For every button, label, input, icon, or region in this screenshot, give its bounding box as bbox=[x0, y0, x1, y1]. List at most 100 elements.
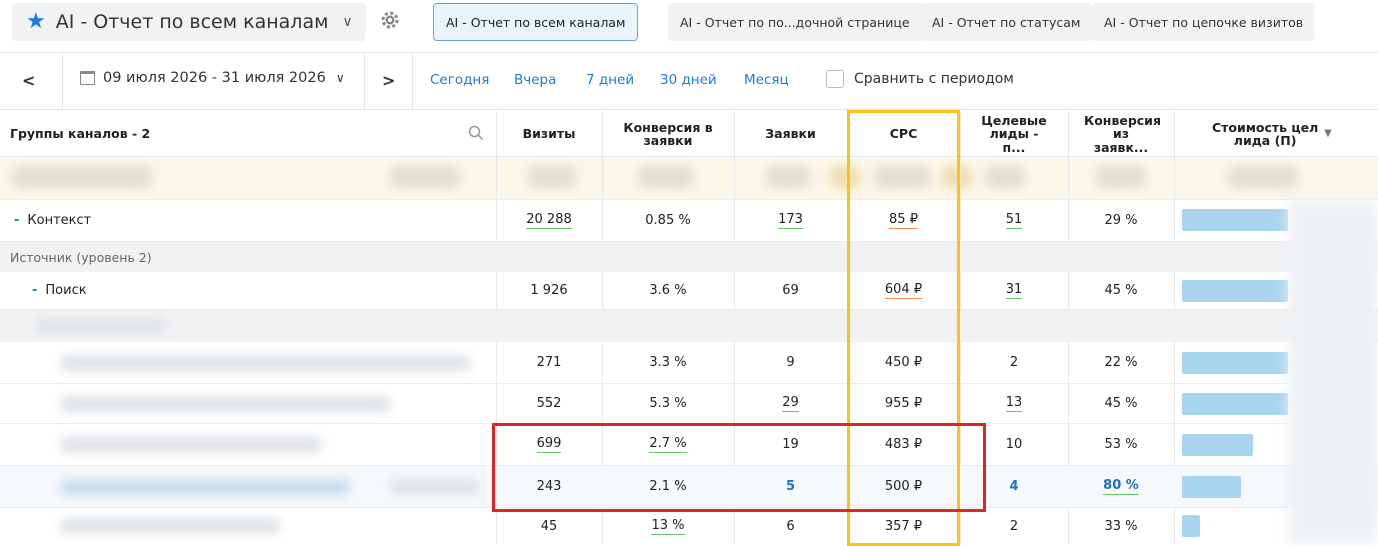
table-row[interactable]: 243 2.1 % 5 500 ₽ 4 80 % bbox=[0, 466, 1378, 508]
leads-value[interactable]: 5 bbox=[786, 479, 795, 494]
collapse-icon[interactable]: - bbox=[32, 283, 37, 298]
table-row[interactable]: - Контекст 20 288 0.85 % 173 85 ₽ 51 29 … bbox=[0, 200, 1378, 242]
column-header-cpc[interactable]: CPC bbox=[847, 111, 960, 157]
tab-visit-chain[interactable]: AI - Отчет по цепочке визитов bbox=[1092, 3, 1316, 41]
leads-value: 19 bbox=[782, 437, 799, 452]
target-leads-value[interactable]: 31 bbox=[1005, 282, 1023, 299]
column-header-leads[interactable]: Заявки bbox=[734, 111, 847, 157]
column-header-visits[interactable]: Визиты bbox=[496, 111, 602, 157]
report-selector[interactable]: ★ AI - Отчет по всем каналам ∨ bbox=[12, 3, 366, 41]
cpc-value[interactable]: 85 ₽ bbox=[889, 212, 918, 229]
visits-value: 243 bbox=[536, 479, 562, 494]
target-leads-value[interactable]: 4 bbox=[1009, 479, 1018, 494]
cpc-value: 955 ₽ bbox=[884, 396, 923, 411]
quick-30-days[interactable]: 30 дней bbox=[660, 72, 717, 88]
row-label-text: Поиск bbox=[45, 283, 87, 298]
conversion-value: 0.85 % bbox=[645, 213, 691, 228]
next-period-button[interactable]: > bbox=[382, 71, 395, 90]
chevron-down-icon[interactable]: ∨ bbox=[342, 14, 352, 30]
conversion-value: 3.6 % bbox=[649, 283, 687, 298]
visits-value[interactable]: 699 bbox=[536, 436, 562, 453]
visits-value: 45 bbox=[540, 518, 558, 534]
target-leads-value[interactable]: 51 bbox=[1005, 212, 1023, 229]
visits-value: 552 bbox=[536, 396, 562, 411]
quick-month[interactable]: Месяц bbox=[744, 72, 789, 88]
cost-bar bbox=[1182, 393, 1288, 415]
column-title: Конверсия в заявки bbox=[623, 119, 713, 148]
lead-conversion-value: 29 % bbox=[1104, 213, 1138, 228]
group-header-row: Источник (уровень 2) bbox=[0, 242, 1378, 272]
tab-all-channels[interactable]: AI - Отчет по всем каналам bbox=[433, 3, 639, 41]
sort-desc-icon[interactable]: ▼ bbox=[1324, 128, 1332, 140]
column-header-target-leads[interactable]: Целевые лиды - п... bbox=[960, 111, 1068, 157]
lead-conversion-value[interactable]: 80 % bbox=[1103, 478, 1139, 495]
group-header-row-blurred bbox=[0, 310, 1378, 342]
leads-value: 69 bbox=[782, 283, 799, 298]
search-icon[interactable] bbox=[468, 125, 484, 141]
prev-period-button[interactable]: < bbox=[22, 71, 35, 90]
table-row[interactable]: - Поиск 1 926 3.6 % 69 604 ₽ 31 45 % bbox=[0, 272, 1378, 310]
conversion-value[interactable]: 2.7 % bbox=[649, 436, 687, 453]
column-header-target-lead-cost[interactable]: Стоимость цел лида (П) ▼ bbox=[1174, 111, 1368, 157]
group-label: Источник (уровень 2) bbox=[10, 249, 152, 265]
gear-icon[interactable] bbox=[378, 8, 402, 32]
calendar-icon bbox=[80, 71, 95, 85]
date-bar: < 09 июля 2026 - 31 июля 2026 ∨ > Сегодн… bbox=[0, 52, 1378, 110]
table-row[interactable]: 552 5.3 % 29 955 ₽ 13 45 % bbox=[0, 384, 1378, 424]
lead-conversion-value: 45 % bbox=[1104, 283, 1138, 298]
row-label[interactable]: - Контекст bbox=[0, 200, 496, 241]
row-label[interactable]: - Поиск bbox=[0, 272, 496, 309]
cpc-value: 500 ₽ bbox=[884, 479, 923, 494]
conversion-value: 3.3 % bbox=[649, 355, 687, 370]
target-leads-value[interactable]: 13 bbox=[1005, 395, 1023, 412]
report-title: AI - Отчет по всем каналам bbox=[55, 11, 329, 33]
date-range-picker[interactable]: 09 июля 2026 - 31 июля 2026 ∨ bbox=[80, 70, 345, 86]
cpc-value[interactable]: 604 ₽ bbox=[884, 282, 923, 299]
table-header: Группы каналов - 2 Визиты Конверсия в за… bbox=[0, 111, 1378, 157]
lead-conversion-value: 22 % bbox=[1104, 355, 1138, 370]
cost-bar bbox=[1182, 352, 1288, 374]
quick-today[interactable]: Сегодня bbox=[430, 72, 489, 88]
column-title: Группы каналов - 2 bbox=[10, 126, 151, 142]
star-icon[interactable]: ★ bbox=[26, 11, 46, 33]
conversion-value: 5.3 % bbox=[649, 396, 687, 411]
cost-values-blurred bbox=[1288, 200, 1378, 544]
compare-checkbox[interactable] bbox=[826, 70, 844, 88]
cost-bar bbox=[1182, 434, 1253, 456]
cpc-value: 483 ₽ bbox=[884, 437, 923, 452]
target-leads-value: 2 bbox=[1009, 355, 1019, 370]
table-row[interactable]: 699 2.7 % 19 483 ₽ 10 53 % bbox=[0, 424, 1378, 466]
cost-bar bbox=[1182, 476, 1241, 498]
report-toolbar: ★ AI - Отчет по всем каналам ∨ AI - Отче… bbox=[0, 0, 1378, 50]
column-title: Целевые лиды - п... bbox=[981, 113, 1047, 155]
table-row[interactable]: 45 13 % 6 357 ₽ 2 33 % bbox=[0, 508, 1378, 544]
cost-bar bbox=[1182, 209, 1288, 231]
chevron-down-icon: ∨ bbox=[335, 71, 345, 85]
column-title: Стоимость цел лида (П) bbox=[1211, 119, 1319, 148]
tab-landing-page[interactable]: AI - Отчет по по...дочной странице bbox=[668, 3, 922, 41]
target-leads-value: 10 bbox=[1005, 437, 1023, 452]
tab-statuses[interactable]: AI - Отчет по статусам bbox=[920, 3, 1093, 41]
lead-conversion-value: 45 % bbox=[1104, 396, 1138, 411]
conversion-value[interactable]: 13 % bbox=[651, 518, 685, 535]
column-header-lead-conversion[interactable]: Конверсия из заявк... bbox=[1068, 111, 1174, 157]
lead-conversion-value: 53 % bbox=[1104, 437, 1138, 452]
visits-value[interactable]: 20 288 bbox=[526, 212, 572, 229]
leads-value[interactable]: 173 bbox=[778, 212, 803, 229]
column-header-conversion[interactable]: Конверсия в заявки bbox=[602, 111, 734, 157]
leads-value: 6 bbox=[786, 518, 795, 534]
row-label-text: Контекст bbox=[27, 213, 92, 228]
cost-bar bbox=[1182, 515, 1200, 537]
compare-toggle[interactable]: Сравнить с периодом bbox=[826, 70, 1014, 88]
leads-value: 9 bbox=[786, 355, 795, 370]
visits-value: 271 bbox=[536, 355, 562, 370]
table-row[interactable]: 271 3.3 % 9 450 ₽ 2 22 % bbox=[0, 342, 1378, 384]
quick-7-days[interactable]: 7 дней bbox=[586, 72, 634, 88]
column-header-channel-groups[interactable]: Группы каналов - 2 bbox=[0, 111, 496, 157]
compare-label: Сравнить с периодом bbox=[854, 71, 1014, 87]
leads-value[interactable]: 29 bbox=[782, 395, 799, 412]
column-title: Конверсия из заявк... bbox=[1084, 113, 1161, 155]
date-range-label: 09 июля 2026 - 31 июля 2026 bbox=[103, 70, 326, 86]
quick-yesterday[interactable]: Вчера bbox=[514, 72, 556, 88]
collapse-icon[interactable]: - bbox=[14, 213, 19, 228]
